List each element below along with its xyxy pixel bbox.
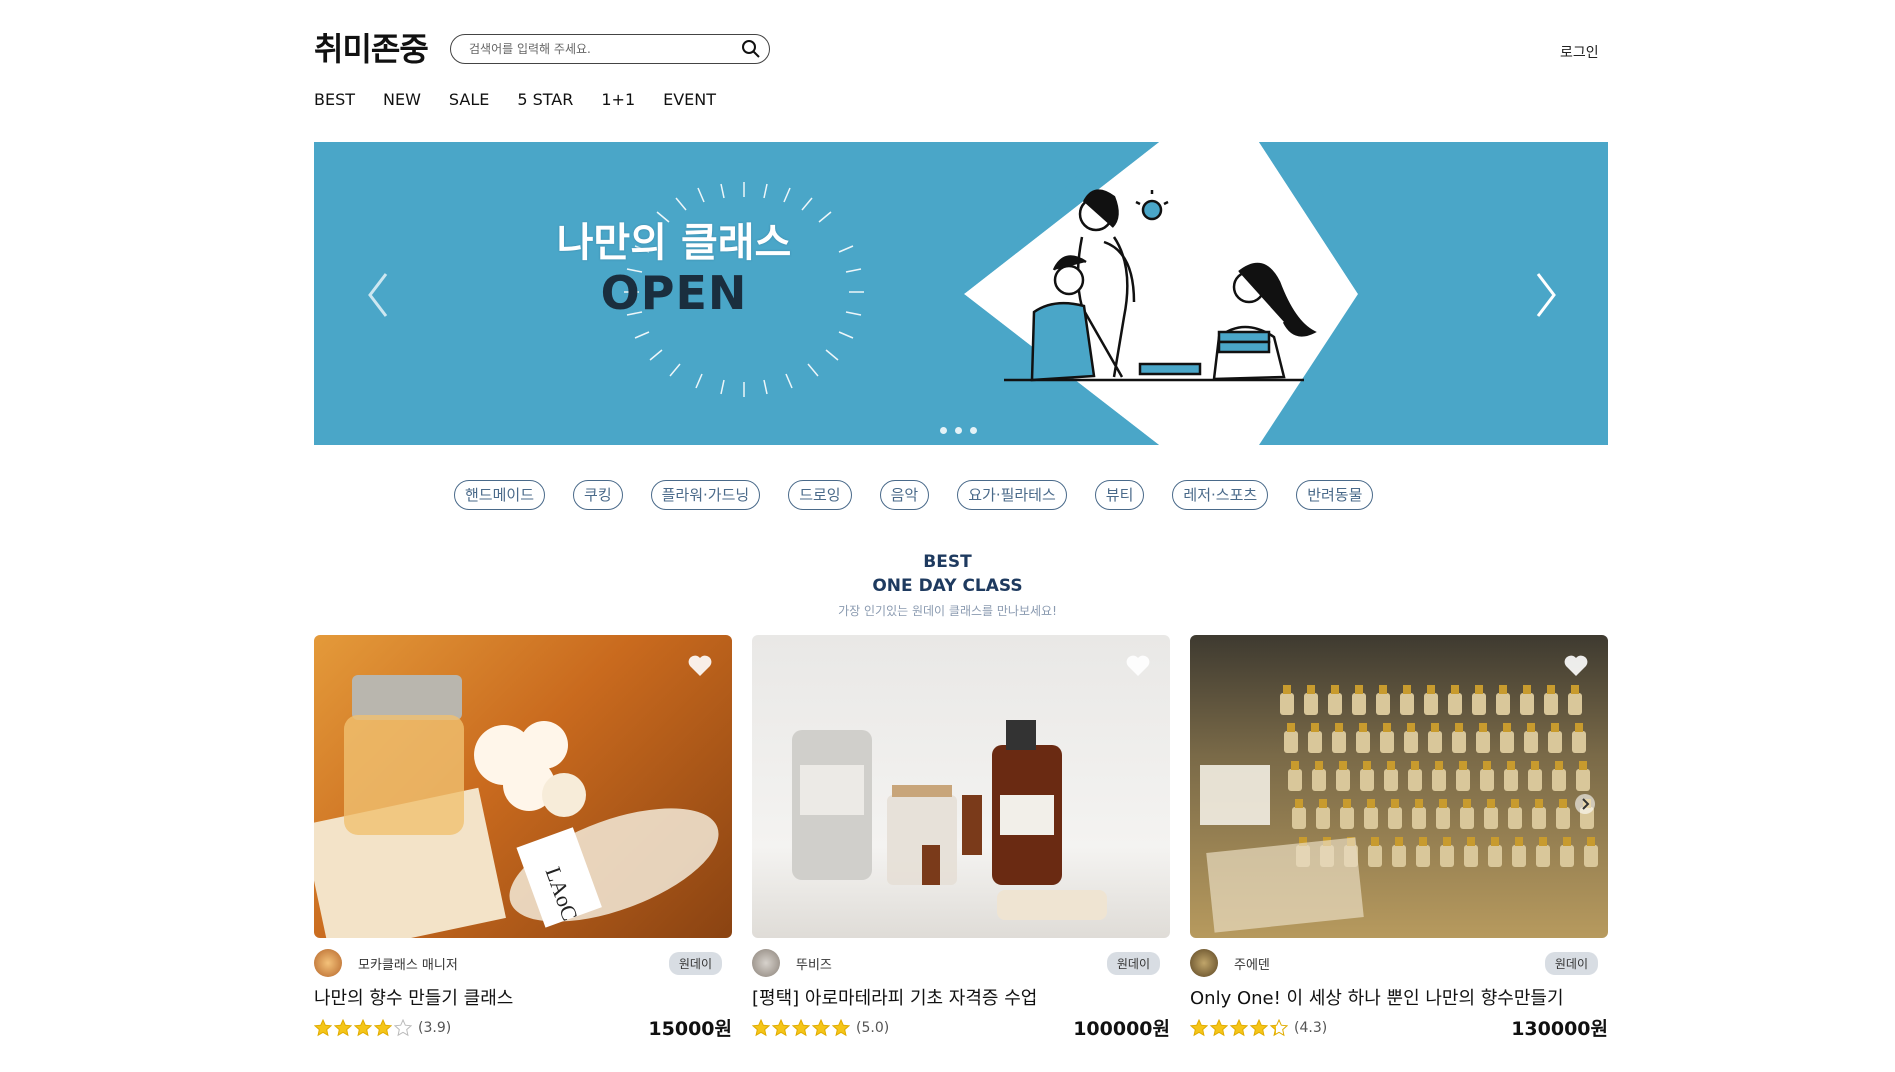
star-icon: [354, 1018, 372, 1036]
banner-dot-1[interactable]: [940, 427, 947, 434]
class-card[interactable]: 뚜비즈 원데이 [평택] 아로마테라피 기초 자격증 수업 (5.0) 1000…: [752, 635, 1170, 1041]
category-cooking[interactable]: 쿠킹: [573, 480, 623, 510]
category-drawing[interactable]: 드로잉: [788, 480, 852, 510]
bottle-rows: [1200, 685, 1598, 933]
rating-stars: (3.9): [314, 1018, 452, 1037]
banner-dot-2[interactable]: [955, 427, 962, 434]
banner-next-arrow-icon[interactable]: [1530, 270, 1560, 320]
category-handmade[interactable]: 핸드메이드: [454, 480, 546, 510]
rating-value: (4.3): [1294, 1019, 1328, 1036]
class-card[interactable]: 주에덴 원데이 Only One! 이 세상 하나 뿐인 나만의 향수만들기 (…: [1190, 635, 1608, 1041]
star-icon: [812, 1018, 830, 1036]
star-icon: [374, 1018, 392, 1036]
rating-value: (5.0): [856, 1019, 890, 1036]
star-icon: [334, 1018, 352, 1036]
star-icon: [772, 1018, 790, 1036]
class-image[interactable]: LAoC: [314, 635, 732, 938]
host-name: 주에덴: [1234, 957, 1270, 973]
image-next-arrow-icon[interactable]: [1574, 793, 1596, 815]
class-type-badge: 원데이: [1544, 951, 1598, 975]
category-beauty[interactable]: 뷰티: [1094, 480, 1145, 510]
banner-dot-3[interactable]: [970, 427, 977, 434]
star-icon: [832, 1018, 850, 1036]
banner-subheadline: OPEN: [600, 266, 748, 320]
heart-icon[interactable]: [1126, 655, 1150, 677]
star-icon: [1230, 1018, 1248, 1036]
class-title[interactable]: [평택] 아로마테라피 기초 자격증 수업: [752, 984, 1170, 1010]
rating-value: (3.9): [418, 1019, 452, 1036]
category-yoga[interactable]: 요가·필라테스: [957, 480, 1067, 510]
category-pets[interactable]: 반려동물: [1296, 480, 1374, 510]
nav-new[interactable]: NEW: [383, 90, 421, 109]
banner-pagination: [940, 427, 977, 434]
hero-banner[interactable]: 나만의 클래스 OPEN: [314, 142, 1608, 445]
host-name: 뚜비즈: [796, 957, 832, 973]
class-image[interactable]: [752, 635, 1170, 938]
class-price: 130000원: [1511, 1018, 1608, 1040]
category-leisure[interactable]: 레저·스포츠: [1172, 480, 1269, 510]
class-title[interactable]: 나만의 향수 만들기 클래스: [314, 984, 732, 1010]
avatar: [752, 949, 780, 977]
class-image[interactable]: [1190, 635, 1608, 938]
nav-1plus1[interactable]: 1+1: [601, 90, 635, 109]
avatar: [1190, 949, 1218, 977]
star-icon: [394, 1018, 412, 1036]
banner-prev-arrow-icon[interactable]: [364, 270, 394, 320]
rating-stars: (4.3): [1190, 1018, 1328, 1037]
star-icon: [1210, 1018, 1228, 1036]
nav-5star[interactable]: 5 STAR: [517, 90, 573, 109]
star-icon: [1270, 1018, 1288, 1036]
search-input[interactable]: [467, 41, 741, 57]
nav-best[interactable]: BEST: [314, 90, 355, 109]
banner-headline: 나만의 클래스: [556, 220, 792, 266]
section-title-class: ONE DAY CLASS: [872, 576, 1023, 596]
search-bar[interactable]: [450, 34, 770, 64]
class-price: 100000원: [1073, 1018, 1170, 1040]
heart-icon[interactable]: [688, 655, 712, 677]
heart-icon[interactable]: [1564, 655, 1588, 677]
star-icon: [1250, 1018, 1268, 1036]
star-icon: [792, 1018, 810, 1036]
site-logo[interactable]: 취미존중: [314, 24, 429, 70]
category-music[interactable]: 음악: [879, 480, 930, 510]
login-link[interactable]: 로그인: [1560, 42, 1599, 62]
class-title[interactable]: Only One! 이 세상 하나 뿐인 나만의 향수만들기: [1190, 984, 1608, 1010]
star-icon: [752, 1018, 770, 1036]
class-type-badge: 원데이: [1106, 951, 1160, 975]
star-icon: [314, 1018, 332, 1036]
host-name: 모카클래스 매니저: [358, 957, 458, 973]
category-flower[interactable]: 플라워·가드닝: [650, 480, 761, 510]
section-title-best: BEST: [923, 552, 972, 572]
star-icon: [1190, 1018, 1208, 1036]
section-subtitle: 가장 인기있는 원데이 클래스를 만나보세요!: [838, 604, 1057, 618]
nav-sale[interactable]: SALE: [449, 90, 489, 109]
category-list: 핸드메이드 쿠킹 플라워·가드닝 드로잉 음악 요가·필라테스 뷰티 레저·스포…: [454, 480, 1374, 510]
class-type-badge: 원데이: [668, 951, 722, 975]
class-price: 15000원: [648, 1018, 732, 1040]
search-icon[interactable]: [741, 39, 761, 59]
nav-event[interactable]: EVENT: [663, 90, 716, 109]
rating-stars: (5.0): [752, 1018, 890, 1037]
avatar: [314, 949, 342, 977]
main-nav: BEST NEW SALE 5 STAR 1+1 EVENT: [314, 90, 716, 109]
class-card[interactable]: LAoC 모카클래스 매니저 원데이 나만의 향수 만들기 클래스 (3.9) …: [314, 635, 732, 1041]
